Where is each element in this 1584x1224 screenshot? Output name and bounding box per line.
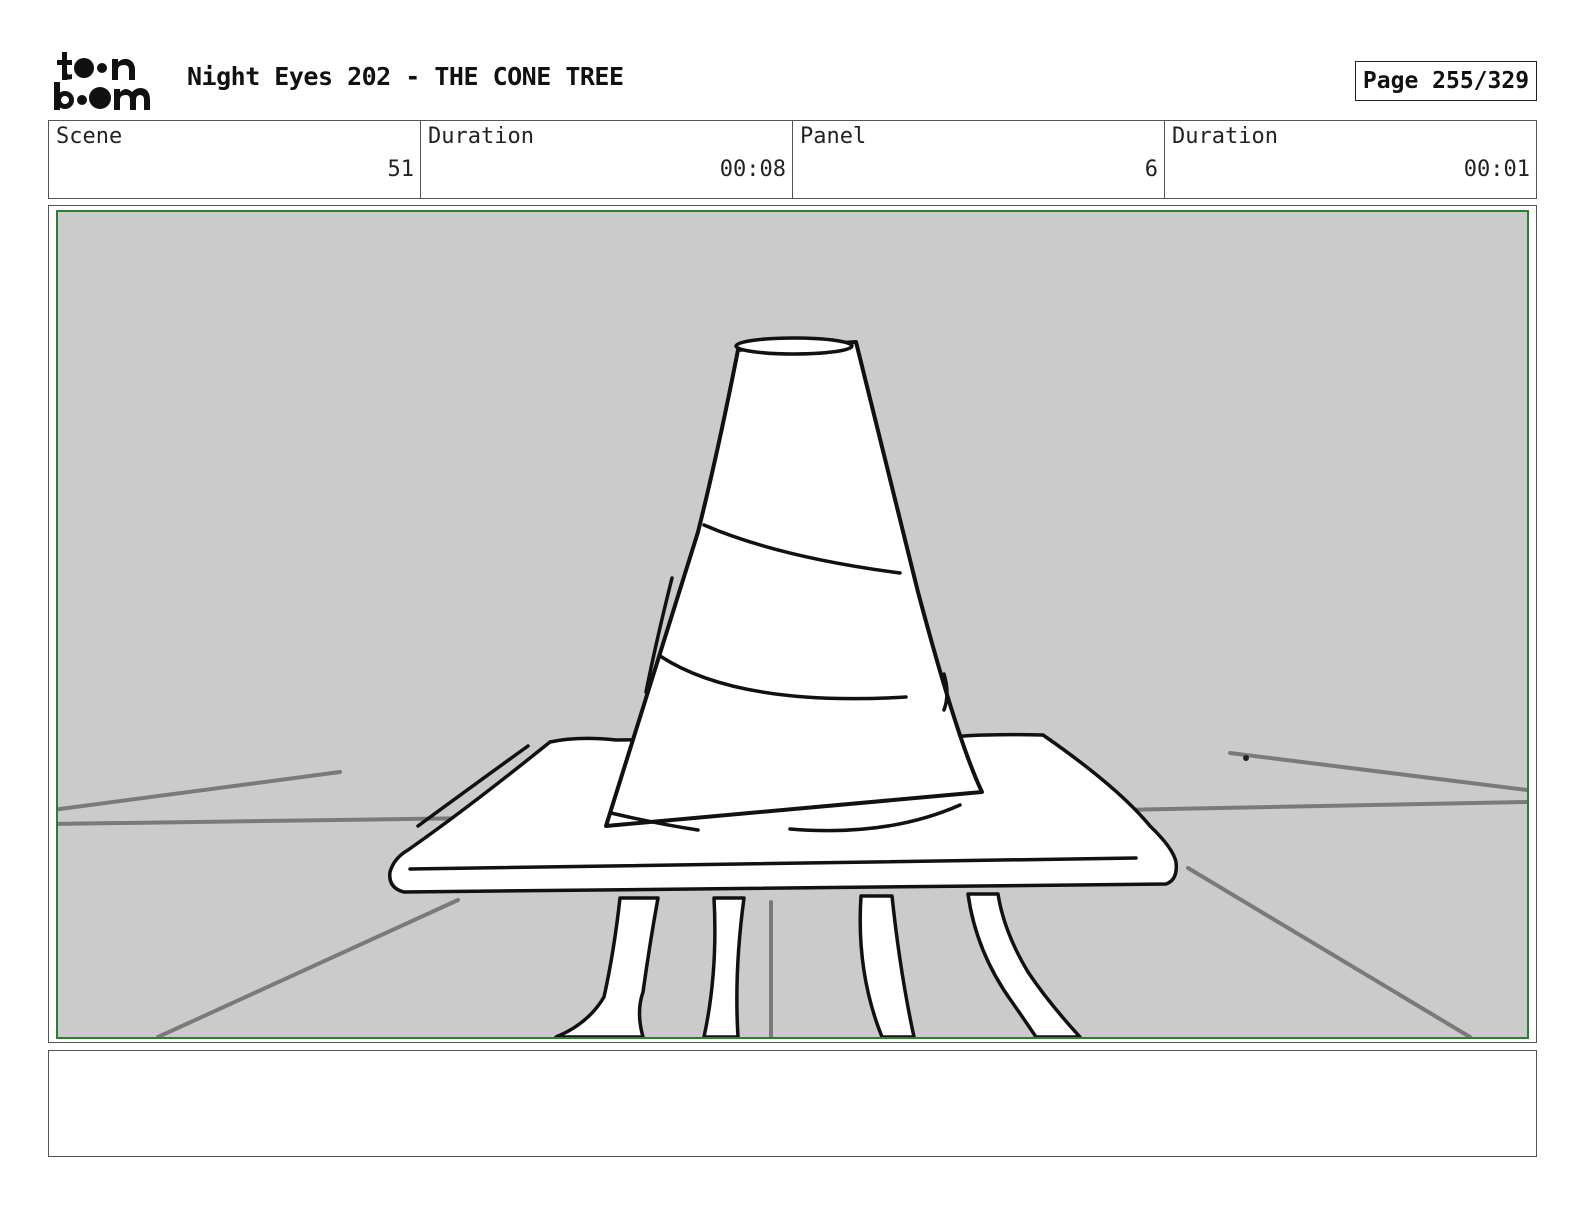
scene-duration-cell: Duration 00:08 — [421, 121, 793, 198]
panel-label: Panel — [800, 124, 867, 149]
scene-cell: Scene 51 — [49, 121, 421, 198]
panel-cell: Panel 6 — [793, 121, 1165, 198]
scene-duration-value: 00:08 — [719, 157, 786, 182]
page-indicator: Page 255/329 — [1355, 61, 1537, 101]
panel-duration-cell: Duration 00:01 — [1165, 121, 1536, 198]
notes-box — [48, 1050, 1537, 1157]
storyboard-panel-drawing — [56, 210, 1529, 1039]
info-table: Scene 51 Duration 00:08 Panel 6 Duration… — [48, 120, 1537, 199]
scene-value: 51 — [387, 157, 415, 182]
document-title: Night Eyes 202 - THE CONE TREE — [187, 62, 624, 91]
scene-label: Scene — [56, 124, 123, 149]
panel-duration-label: Duration — [1172, 124, 1278, 149]
panel-value: 6 — [1144, 157, 1158, 182]
toon-boom-logo — [54, 52, 150, 110]
scene-duration-label: Duration — [428, 124, 534, 149]
panel-duration-value: 00:01 — [1463, 157, 1530, 182]
